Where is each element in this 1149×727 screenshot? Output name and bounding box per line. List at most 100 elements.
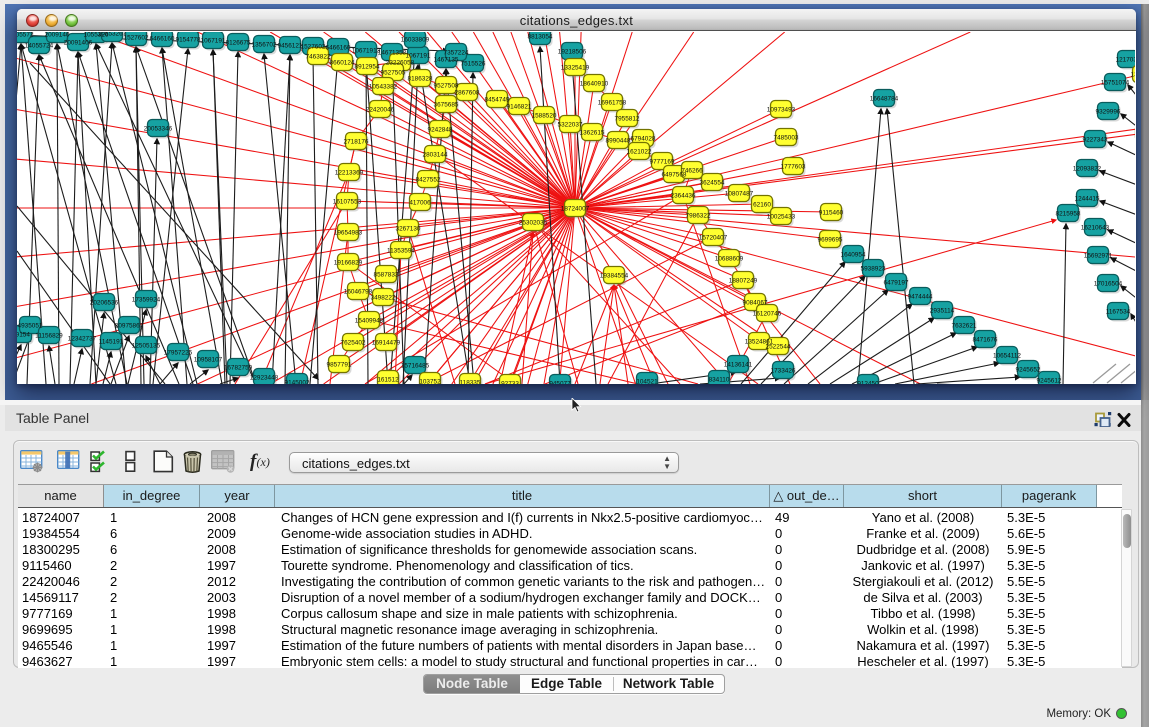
svg-text:16782759: 16782759 — [224, 365, 253, 372]
svg-text:16046798: 16046798 — [344, 289, 373, 296]
svg-text:7955812: 7955812 — [615, 116, 640, 123]
svg-text:2935114: 2935114 — [930, 308, 955, 315]
svg-text:8126675: 8126675 — [226, 40, 251, 47]
svg-text:1621022: 1621022 — [627, 149, 652, 156]
svg-text:6794028: 6794028 — [631, 136, 656, 143]
svg-text:10543382: 10543382 — [369, 84, 398, 91]
svg-text:3624554: 3624554 — [700, 180, 725, 187]
svg-text:19384554: 19384554 — [600, 273, 629, 280]
svg-text:16033809: 16033809 — [401, 37, 430, 44]
svg-text:15751074: 15751074 — [1101, 80, 1130, 87]
svg-text:9329996: 9329996 — [1096, 109, 1121, 116]
svg-text:23226058: 23226058 — [386, 60, 415, 67]
svg-text:8912954: 8912954 — [355, 64, 380, 71]
svg-text:2867608: 2867608 — [455, 90, 480, 97]
svg-text:16210643: 16210643 — [1081, 225, 1110, 232]
svg-text:1405572: 1405572 — [17, 32, 34, 39]
svg-text:1356702: 1356702 — [252, 42, 277, 49]
svg-text:13325419: 13325419 — [561, 65, 590, 72]
svg-text:1067191: 1067191 — [406, 53, 431, 60]
svg-text:14136141: 14136141 — [724, 362, 753, 369]
svg-text:12213369: 12213369 — [335, 170, 364, 177]
svg-text:62160: 62160 — [753, 202, 771, 209]
svg-text:9242848: 9242848 — [428, 127, 453, 134]
svg-text:16961758: 16961758 — [598, 100, 627, 107]
svg-text:1467135: 1467135 — [434, 57, 459, 64]
svg-text:15409948: 15409948 — [355, 318, 384, 325]
svg-text:1362615: 1362615 — [580, 130, 605, 137]
svg-text:16120746: 16120746 — [753, 311, 782, 318]
svg-text:19218506: 19218506 — [558, 49, 587, 56]
svg-text:12342737: 12342737 — [68, 336, 97, 343]
svg-text:1527602: 1527602 — [124, 35, 149, 42]
svg-text:16648784: 16648784 — [870, 96, 899, 103]
svg-text:2522544: 2522544 — [766, 344, 791, 351]
svg-text:912450: 912450 — [857, 381, 879, 385]
svg-text:12923448: 12923448 — [250, 375, 279, 382]
svg-text:8454749: 8454749 — [485, 97, 510, 104]
svg-text:7485003: 7485003 — [774, 135, 799, 142]
svg-text:2009140: 2009140 — [45, 32, 70, 39]
svg-text:20053346: 20053346 — [144, 126, 173, 133]
svg-text:9527505: 9527505 — [381, 70, 406, 77]
svg-text:18807249: 18807249 — [729, 278, 758, 285]
svg-text:8990448: 8990448 — [606, 138, 631, 145]
svg-text:118335: 118335 — [460, 380, 481, 385]
svg-text:9456121: 9456121 — [278, 43, 303, 50]
svg-text:7632621: 7632621 — [952, 323, 977, 330]
svg-text:7986322: 7986322 — [686, 213, 711, 220]
svg-text:9227343: 9227343 — [1083, 137, 1108, 144]
svg-text:5938923: 5938923 — [861, 266, 886, 273]
svg-text:12093822: 12093822 — [1073, 166, 1102, 173]
svg-text:14671358: 14671358 — [378, 50, 407, 57]
svg-text:746266: 746266 — [681, 168, 703, 175]
svg-text:8186328: 8186328 — [408, 76, 433, 83]
svg-text:1640954: 1640954 — [841, 252, 866, 259]
svg-text:8660124: 8660124 — [330, 60, 355, 67]
svg-text:417006: 417006 — [409, 200, 431, 207]
svg-text:1217034: 1217034 — [1116, 57, 1135, 64]
svg-text:1733426: 1733426 — [771, 368, 796, 375]
svg-text:10654112: 10654112 — [993, 353, 1021, 360]
svg-text:7463822: 7463822 — [306, 54, 331, 61]
svg-text:10958107: 10958107 — [194, 357, 223, 364]
svg-text:92733: 92733 — [501, 381, 519, 385]
svg-text:10553267: 10553267 — [98, 32, 127, 38]
svg-text:9146821: 9146821 — [507, 104, 532, 111]
svg-text:25302035: 25302035 — [519, 220, 548, 227]
svg-text:19166829: 19166829 — [334, 260, 363, 267]
svg-text:9084067: 9084067 — [743, 300, 768, 307]
svg-text:6466160: 6466160 — [326, 45, 351, 52]
svg-text:16914479: 16914479 — [372, 340, 401, 347]
svg-text:1527602: 1527602 — [301, 44, 326, 51]
svg-text:9777169: 9777169 — [650, 159, 675, 166]
svg-text:1332541: 1332541 — [1131, 72, 1135, 79]
svg-text:3267130: 3267130 — [396, 226, 421, 233]
svg-text:1067191: 1067191 — [201, 38, 226, 45]
svg-text:10807487: 10807487 — [725, 191, 754, 198]
svg-text:2803144: 2803144 — [423, 152, 448, 159]
svg-text:20975867: 20975867 — [115, 323, 144, 330]
svg-text:10973493: 10973493 — [767, 107, 796, 114]
svg-text:7625402: 7625402 — [341, 340, 366, 347]
svg-text:18724007: 18724007 — [561, 206, 590, 213]
svg-text:6466160: 6466160 — [150, 36, 175, 43]
svg-text:7515526: 7515526 — [461, 61, 486, 68]
svg-text:103752: 103752 — [419, 379, 441, 385]
svg-text:15716485: 15716485 — [401, 363, 430, 370]
svg-text:10671913: 10671913 — [352, 48, 381, 55]
svg-text:7357224: 7357224 — [444, 50, 469, 57]
svg-text:9527508: 9527508 — [434, 83, 459, 90]
svg-text:2364436: 2364436 — [671, 193, 696, 200]
svg-text:6479197: 6479197 — [884, 280, 909, 287]
svg-text:16107553: 16107553 — [333, 199, 362, 206]
svg-text:17016504: 17016504 — [1094, 281, 1123, 288]
svg-text:1777603: 1777603 — [781, 164, 806, 171]
svg-text:17359924: 17359924 — [132, 297, 161, 304]
svg-text:17957225: 17957225 — [164, 350, 193, 357]
svg-text:834110: 834110 — [709, 377, 730, 384]
svg-text:12505135: 12505135 — [132, 343, 161, 350]
svg-text:14055724: 14055724 — [25, 43, 54, 50]
svg-text:10688609: 10688609 — [715, 256, 744, 263]
svg-text:19654983: 19654983 — [334, 230, 363, 237]
